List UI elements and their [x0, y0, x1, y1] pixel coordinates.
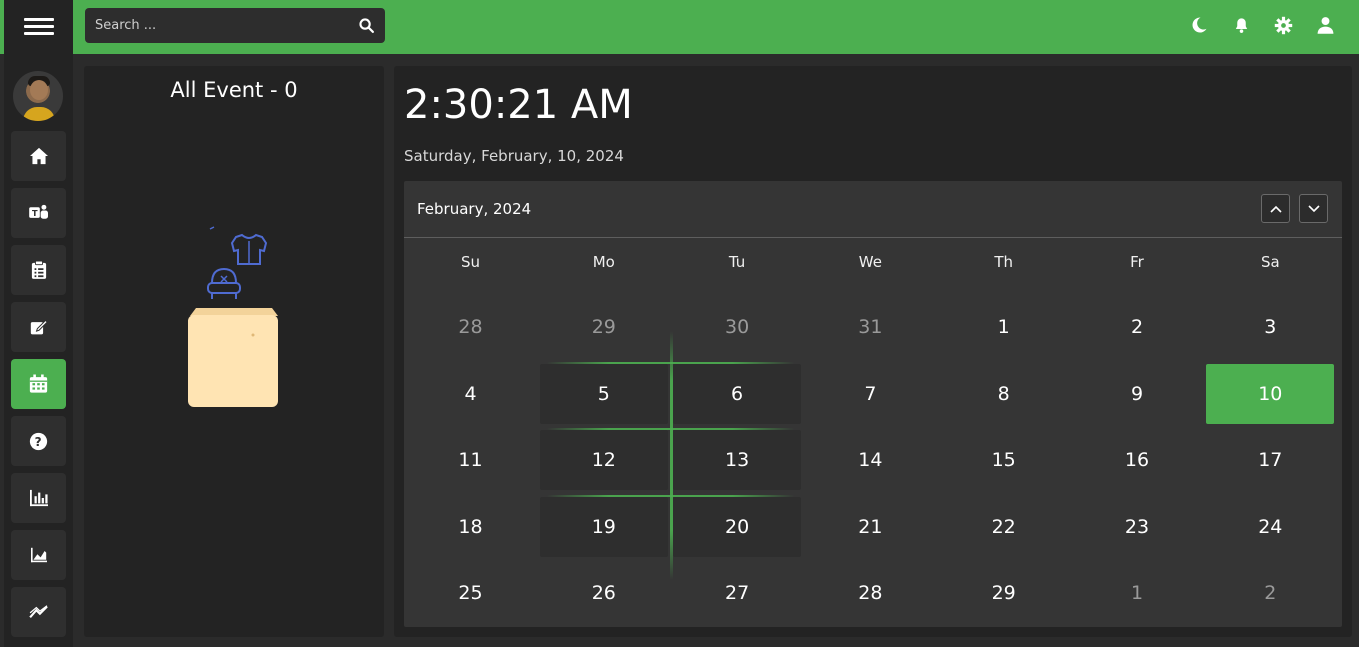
calendar-day[interactable]: 9: [1073, 364, 1201, 424]
sidebar-item-trends[interactable]: [11, 587, 66, 637]
calendar-day[interactable]: 4: [407, 364, 535, 424]
weekday-label: Th: [994, 253, 1014, 271]
search-icon[interactable]: [358, 17, 375, 34]
sidebar-item-area-stats[interactable]: [11, 530, 66, 580]
svg-text:?: ?: [35, 434, 42, 448]
menu-button[interactable]: [4, 0, 73, 54]
calendar-day[interactable]: 31: [806, 297, 934, 357]
home-icon: [29, 147, 48, 165]
sidebar: T ?: [4, 54, 73, 647]
calendar-day[interactable]: 12: [539, 430, 668, 490]
calendar-day[interactable]: 30: [673, 297, 801, 357]
calendar-day[interactable]: 14: [806, 430, 934, 490]
calendar-day[interactable]: 26: [540, 563, 668, 623]
next-month-button[interactable]: [1299, 194, 1328, 223]
calendar-header: February, 2024: [404, 181, 1342, 238]
month-calendar: February, 2024 Su Mo Tu We Th Fr Sa 28 29 30 31 1 2…: [404, 181, 1342, 627]
sidebar-item-calendar[interactable]: [11, 359, 66, 409]
calendar-day[interactable]: 1: [1073, 563, 1201, 623]
user-icon[interactable]: [1315, 14, 1335, 36]
calendar-day[interactable]: 2: [1206, 563, 1334, 623]
calendar-day[interactable]: 23: [1073, 497, 1201, 557]
top-bar: [0, 0, 1359, 54]
calendar-day[interactable]: 15: [940, 430, 1068, 490]
edit-icon: [30, 319, 48, 335]
weekday-label: Su: [460, 253, 481, 271]
empty-box-illustration: [188, 226, 278, 407]
calendar-day[interactable]: 28: [806, 563, 934, 623]
weekday-label: Fr: [1130, 253, 1144, 271]
calendar-day[interactable]: 21: [806, 497, 934, 557]
sidebar-item-home[interactable]: [11, 131, 66, 181]
weekday-label: Tu: [728, 253, 746, 271]
events-panel: All Event - 0: [84, 66, 384, 637]
calendar-day[interactable]: 11: [407, 430, 535, 490]
calendar-icon: [29, 374, 48, 393]
sidebar-item-help[interactable]: ?: [11, 416, 66, 466]
calendar-day[interactable]: 3: [1206, 297, 1334, 357]
calendar-day[interactable]: 25: [407, 563, 535, 623]
calendar-day[interactable]: 27: [673, 563, 801, 623]
area-chart-icon: [30, 547, 47, 563]
question-icon: ?: [29, 432, 48, 450]
calendar-day[interactable]: 8: [940, 364, 1068, 424]
chevron-up-icon: [1269, 205, 1282, 213]
clock-time: 2:30:21 AM: [404, 82, 633, 128]
calendar-panel: 2:30:21 AM Saturday, February, 10, 2024 …: [394, 66, 1352, 637]
calendar-day[interactable]: 24: [1206, 497, 1334, 557]
calendar-day[interactable]: 16: [1073, 430, 1201, 490]
teams-icon: T: [28, 204, 48, 219]
clock-date: Saturday, February, 10, 2024: [404, 147, 624, 165]
chevron-down-icon: [1307, 204, 1320, 212]
calendar-day[interactable]: 22: [940, 497, 1068, 557]
weekday-label: Sa: [1260, 253, 1280, 271]
calendar-day[interactable]: 13: [673, 430, 802, 490]
weekday-row: Su Mo Tu We Th Fr Sa: [404, 253, 1342, 273]
bar-chart-icon: [29, 489, 48, 507]
events-title: All Event - 0: [170, 78, 298, 102]
calendar-day[interactable]: 17: [1206, 430, 1334, 490]
previous-month-button[interactable]: [1261, 194, 1290, 223]
search-bar: [85, 8, 385, 43]
calendar-month-label[interactable]: February, 2024: [417, 200, 531, 218]
weekday-label: We: [858, 253, 882, 271]
avatar[interactable]: [13, 71, 63, 121]
calendar-day[interactable]: 6: [673, 363, 802, 424]
calendar-day[interactable]: 29: [940, 563, 1068, 623]
calendar-day[interactable]: 10: [1206, 363, 1335, 424]
calendar-day[interactable]: 29: [540, 297, 668, 357]
svg-text:T: T: [32, 208, 38, 218]
calendar-day[interactable]: 18: [407, 497, 535, 557]
moon-icon[interactable]: [1189, 14, 1209, 36]
sidebar-item-teams[interactable]: T: [11, 188, 66, 238]
search-input[interactable]: [85, 8, 335, 43]
calendar-day[interactable]: 20: [673, 496, 802, 557]
sidebar-item-bar-stats[interactable]: [11, 473, 66, 523]
calendar-day[interactable]: 7: [806, 364, 934, 424]
sidebar-item-tasks[interactable]: [11, 245, 66, 295]
calendar-day[interactable]: 28: [407, 297, 535, 357]
sidebar-item-notes[interactable]: [11, 302, 66, 352]
calendar-day[interactable]: 1: [940, 297, 1068, 357]
calendar-day[interactable]: 2: [1073, 297, 1201, 357]
clipboard-icon: [31, 260, 46, 279]
calendar-day[interactable]: 5: [539, 363, 668, 424]
calendar-day[interactable]: 19: [539, 496, 668, 557]
hamburger-icon: [23, 18, 54, 36]
bell-icon[interactable]: [1231, 14, 1251, 36]
trend-icon: [28, 605, 48, 619]
gear-icon[interactable]: [1273, 14, 1293, 36]
weekday-label: Mo: [592, 253, 615, 271]
